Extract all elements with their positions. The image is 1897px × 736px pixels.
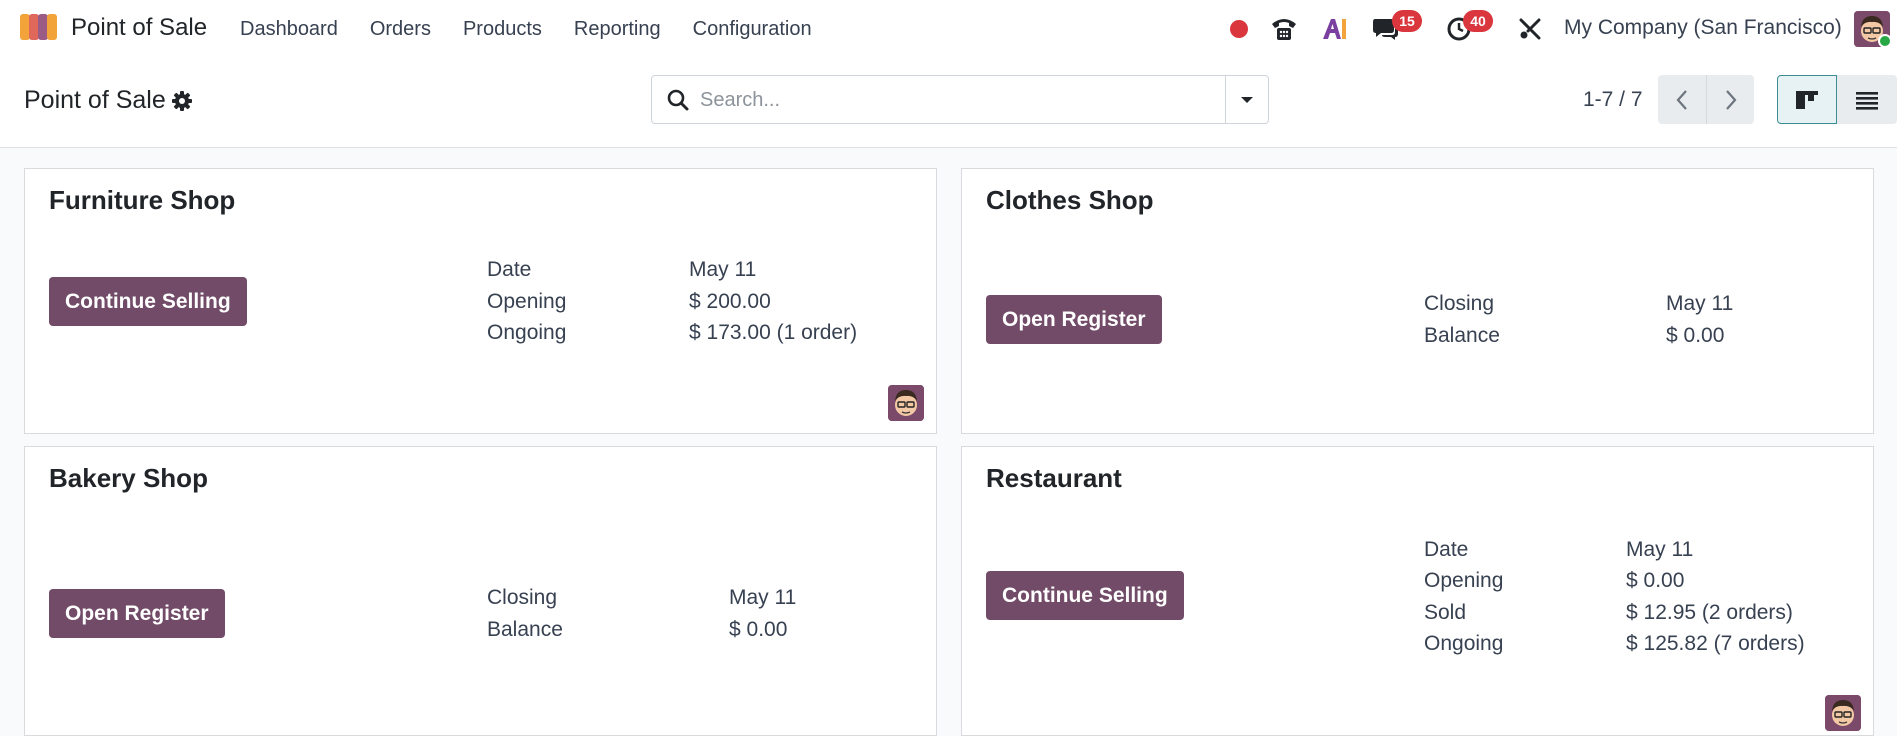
pager-previous-button[interactable] bbox=[1658, 75, 1706, 124]
info-label: Closing bbox=[487, 586, 558, 609]
pos-card-bakery-shop[interactable]: Bakery Shop Open Register Closing May 11… bbox=[24, 446, 937, 736]
search-options-toggle[interactable] bbox=[1225, 76, 1268, 123]
chevron-left-icon bbox=[1676, 89, 1687, 110]
responsible-avatar[interactable] bbox=[888, 385, 924, 421]
info-label: Date bbox=[487, 258, 532, 281]
pos-card-furniture-shop[interactable]: Furniture Shop Continue Selling Date May… bbox=[24, 168, 937, 434]
info-value: $ 12.95 (2 orders) bbox=[1626, 601, 1793, 624]
recording-dot-icon[interactable] bbox=[1224, 14, 1254, 44]
info-value: May 11 bbox=[729, 586, 797, 609]
kanban-view-button[interactable] bbox=[1777, 75, 1837, 124]
pager-next-button[interactable] bbox=[1706, 75, 1754, 124]
continue-selling-button[interactable]: Continue Selling bbox=[986, 571, 1184, 620]
search-icon bbox=[666, 88, 690, 112]
open-register-button[interactable]: Open Register bbox=[986, 295, 1162, 344]
info-label: Opening bbox=[487, 290, 567, 313]
phone-icon[interactable] bbox=[1269, 14, 1299, 44]
info-label: Date bbox=[1424, 538, 1469, 561]
info-label: Sold bbox=[1424, 601, 1467, 624]
info-value: $ 125.82 (7 orders) bbox=[1626, 632, 1805, 655]
card-title: Bakery Shop bbox=[49, 463, 208, 493]
info-value: $ 173.00 (1 order) bbox=[689, 321, 858, 344]
info-value: $ 0.00 bbox=[1626, 569, 1685, 592]
responsible-avatar[interactable] bbox=[1825, 695, 1861, 731]
chevron-right-icon bbox=[1725, 89, 1736, 110]
info-label: Closing bbox=[1424, 292, 1495, 315]
info-label: Balance bbox=[1424, 324, 1500, 347]
messages-badge: 15 bbox=[1392, 10, 1422, 32]
card-title: Restaurant bbox=[986, 463, 1122, 493]
pos-card-clothes-shop[interactable]: Clothes Shop Open Register Closing May 1… bbox=[961, 168, 1874, 434]
caret-down-icon bbox=[1241, 96, 1253, 103]
info-label: Ongoing bbox=[1424, 632, 1504, 655]
search-bar bbox=[651, 75, 1269, 124]
card-title: Clothes Shop bbox=[986, 185, 1154, 215]
list-icon bbox=[1856, 91, 1878, 110]
top-navbar: Point of Sale Dashboard Orders Products … bbox=[0, 0, 1897, 58]
info-label: Ongoing bbox=[487, 321, 567, 344]
company-switcher[interactable]: My Company (San Francisco) bbox=[1564, 16, 1842, 40]
page-title: Point of Sale bbox=[24, 86, 166, 114]
info-value: $ 0.00 bbox=[1666, 324, 1725, 347]
info-value: May 11 bbox=[689, 258, 757, 281]
info-label: Balance bbox=[487, 618, 563, 641]
systray: 15 40 My Company (San Francisco) bbox=[0, 0, 1897, 58]
kanban-icon bbox=[1796, 90, 1818, 109]
list-view-button[interactable] bbox=[1837, 75, 1897, 124]
info-value: $ 200.00 bbox=[689, 290, 771, 313]
pager-value[interactable]: 1-7 / 7 bbox=[1583, 88, 1643, 112]
activities-badge: 40 bbox=[1463, 10, 1493, 32]
gear-icon[interactable] bbox=[171, 90, 193, 112]
info-value: $ 0.00 bbox=[729, 618, 788, 641]
info-value: May 11 bbox=[1666, 292, 1734, 315]
search-input[interactable] bbox=[700, 82, 1220, 118]
info-label: Opening bbox=[1424, 569, 1504, 592]
control-panel: Point of Sale 1-7 / 7 bbox=[0, 58, 1897, 148]
card-title: Furniture Shop bbox=[49, 185, 236, 215]
ai-icon[interactable] bbox=[1320, 14, 1350, 44]
info-value: May 11 bbox=[1626, 538, 1694, 561]
pos-card-restaurant[interactable]: Restaurant Continue Selling Date May 11 … bbox=[961, 446, 1874, 736]
open-register-button[interactable]: Open Register bbox=[49, 589, 225, 638]
online-status-dot bbox=[1878, 34, 1892, 48]
continue-selling-button[interactable]: Continue Selling bbox=[49, 277, 247, 326]
debug-tools-icon[interactable] bbox=[1515, 14, 1545, 44]
